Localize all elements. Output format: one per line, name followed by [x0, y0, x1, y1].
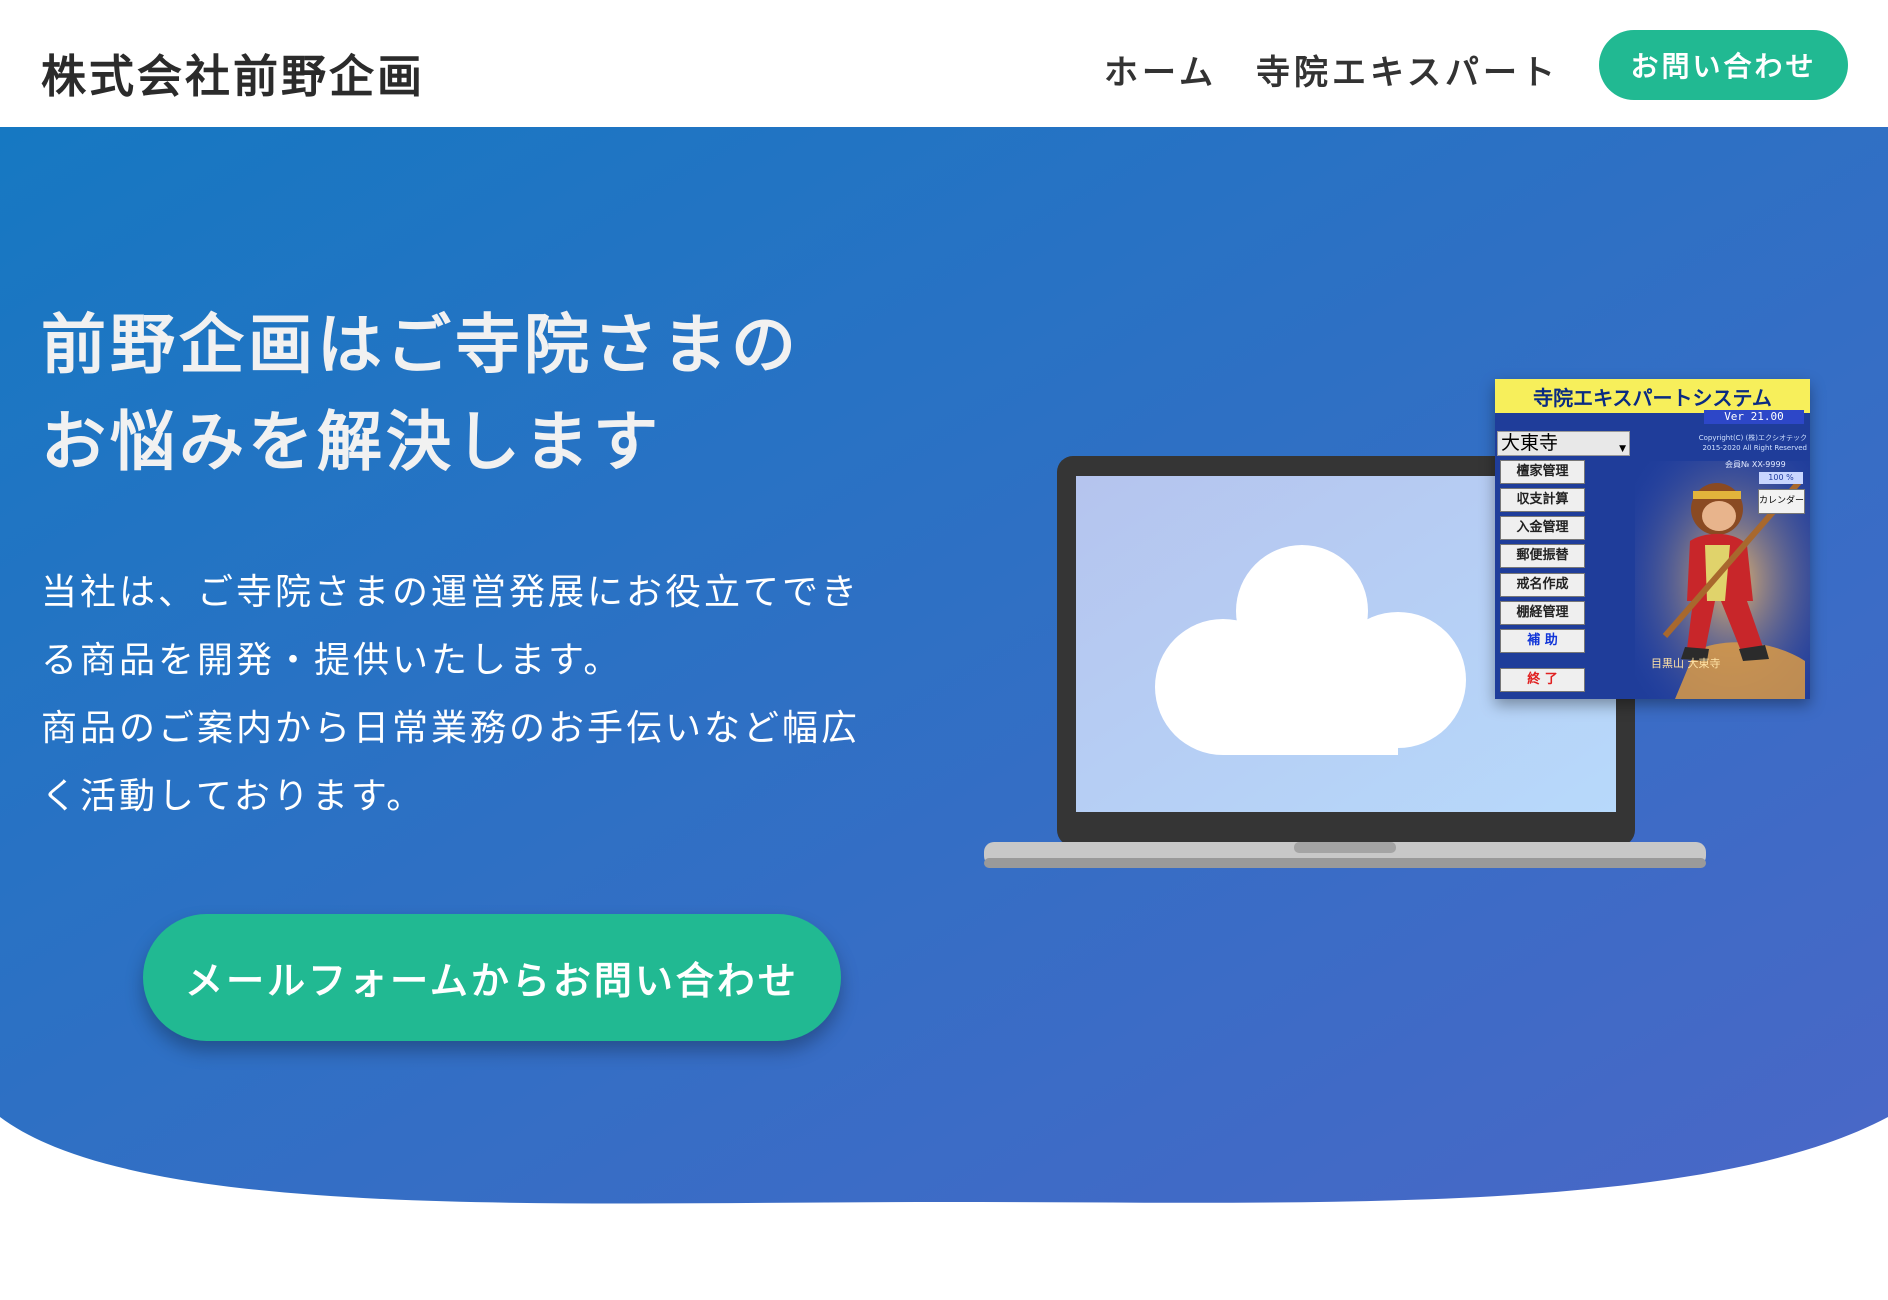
site-logo[interactable]: 株式会社前野企画 [41, 40, 425, 105]
hero-description-line: 商品のご案内から日常業務のお手伝いなど幅広 [41, 708, 861, 749]
nav-home-link[interactable]: ホーム [1104, 45, 1217, 94]
chevron-down-icon: ▼ [1619, 444, 1626, 454]
temple-select-value: 大東寺 [1501, 432, 1559, 454]
hero-headline-line1: 前野企画はご寺院さまの [41, 308, 801, 383]
menu-button[interactable]: 郵便振替 [1500, 544, 1585, 568]
site-header: 株式会社前野企画 ホーム 寺院エキスパート お問い合わせ [0, 0, 1888, 127]
menu-button[interactable]: 戒名作成 [1500, 573, 1585, 597]
app-temple-caption: 目黒山 大東寺 [1651, 657, 1721, 670]
menu-button[interactable]: 収支計算 [1500, 488, 1585, 512]
exit-button[interactable]: 終 了 [1500, 668, 1585, 692]
menu-button[interactable]: 棚経管理 [1500, 601, 1585, 625]
mail-form-contact-button[interactable]: メールフォームからお問い合わせ [143, 914, 841, 1041]
calendar-button[interactable]: カレンダー [1758, 489, 1805, 514]
app-copyright: Copyright(C) (株)エクシオテック 2015-2020 All Ri… [1637, 433, 1807, 453]
laptop-notch [1294, 842, 1396, 853]
nav-temple-expert-link[interactable]: 寺院エキスパート [1256, 45, 1559, 94]
hero-description-line: 当社は、ご寺院さまの運営発展にお役立てでき [41, 572, 861, 613]
temple-select[interactable]: 大東寺 ▼ [1497, 431, 1630, 456]
temple-expert-app-screenshot: 寺院エキスパートシステム Ver 21.00 大東寺 ▼ Copyright(C… [1495, 379, 1810, 699]
app-version: Ver 21.00 [1704, 410, 1804, 424]
app-copyright-line: 2015-2020 All Right Reserved [1702, 444, 1807, 452]
hero-headline-line2: お悩みを解決します [41, 405, 663, 480]
menu-button[interactable]: 入金管理 [1500, 516, 1585, 540]
hero-description: 当社は、ご寺院さまの運営発展にお役立てでき る商品を開発・提供いたします。 商品… [41, 559, 860, 831]
hero-description-line: く活動しております。 [41, 776, 426, 817]
header-contact-button[interactable]: お問い合わせ [1599, 30, 1848, 100]
app-copyright-line: Copyright(C) (株)エクシオテック [1698, 434, 1807, 442]
hero-section: 前野企画はご寺院さまの お悩みを解決します 当社は、ご寺院さまの運営発展にお役立… [0, 127, 1888, 1300]
hero-headline: 前野企画はご寺院さまの お悩みを解決します [41, 297, 800, 491]
app-title: 寺院エキスパートシステム [1495, 379, 1810, 413]
help-button[interactable]: 補 助 [1500, 629, 1585, 653]
app-member-number: 会員№ XX-9999 [1725, 460, 1786, 469]
menu-button[interactable]: 檀家管理 [1500, 460, 1585, 484]
app-percent: 100 % [1759, 472, 1803, 484]
hero-description-line: る商品を開発・提供いたします。 [41, 640, 623, 681]
